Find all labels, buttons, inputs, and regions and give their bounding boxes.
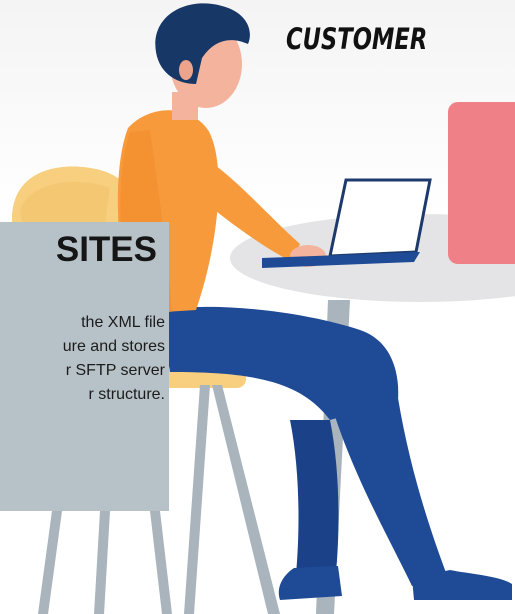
pink-box: [448, 102, 515, 264]
card-line: r structure.: [88, 386, 165, 403]
person-shin: [330, 398, 448, 586]
card-line: the XML file: [81, 314, 165, 331]
info-card: SITES the XML file ure and stores r SFTP…: [0, 222, 169, 511]
chair-leg-right: [212, 385, 280, 614]
card-line: ure and stores: [62, 338, 165, 355]
laptop-icon: [328, 178, 432, 258]
card-title: SITES: [55, 230, 157, 269]
person-shin-back: [290, 420, 339, 574]
person-shoe-left: [278, 566, 342, 600]
chair-leg-left: [184, 385, 210, 614]
card-body: the XML file ure and stores r SFTP serve…: [0, 311, 165, 407]
person-ear: [179, 60, 193, 80]
card-line: r SFTP server: [65, 362, 165, 379]
customer-label: CUSTOMER: [286, 22, 428, 56]
